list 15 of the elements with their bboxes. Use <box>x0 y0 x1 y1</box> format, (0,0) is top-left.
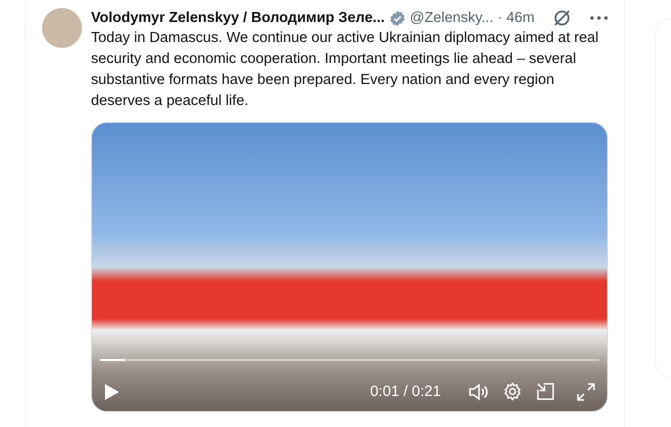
author-handle[interactable]: @Zelensky... <box>410 8 494 28</box>
picture-in-picture-icon[interactable] <box>536 382 555 402</box>
author-name[interactable]: Volodymyr Zelenskyy / Володимир Зеле... <box>91 8 385 28</box>
post-text: Today in Damascus. We continue our active Ukrainian diplomacy aimed at real security and economic cooperation. Important meetings lie ahead – several substantive formats have been prepared. Every nation and every region deserves a peaceful life. <box>91 29 600 111</box>
grok-icon[interactable] <box>552 8 572 28</box>
volume-icon[interactable] <box>469 382 489 401</box>
fullscreen-icon[interactable] <box>577 382 595 401</box>
settings-icon[interactable] <box>503 382 522 402</box>
video-time: 0:01 / 0:21 <box>370 382 441 402</box>
more-options-icon[interactable] <box>590 16 608 20</box>
verified-badge-icon <box>388 10 406 26</box>
separator: · <box>497 9 502 28</box>
video-frame[interactable]: 0:01 / 0:21 <box>91 122 608 412</box>
play-icon[interactable] <box>104 382 120 401</box>
post-time[interactable]: 46m <box>506 8 535 28</box>
